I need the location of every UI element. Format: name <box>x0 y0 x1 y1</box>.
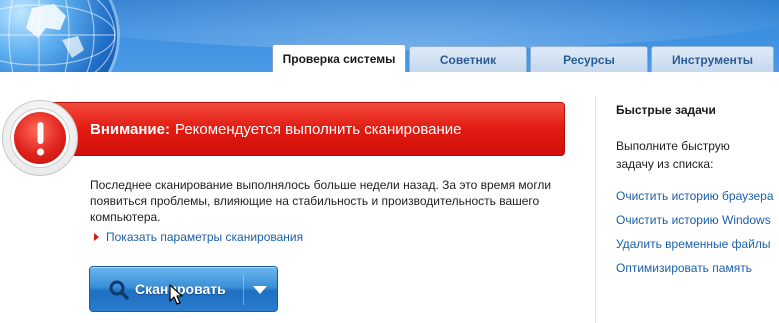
quick-task-clear-browser-history[interactable]: Очистить историю браузера <box>616 188 774 212</box>
quick-task-optimize-memory[interactable]: Оптимизировать память <box>616 260 774 284</box>
quick-tasks-title: Быстрые задачи <box>616 103 716 117</box>
scan-button-separator <box>243 275 244 305</box>
quick-task-delete-temp-files[interactable]: Удалить временные файлы <box>616 236 774 260</box>
alert-banner: Внимание: Рекомендуется выполнить сканир… <box>40 102 565 156</box>
sidebar-divider <box>595 96 596 323</box>
quick-tasks-description: Выполните быструю задачу из списка: <box>616 139 730 171</box>
show-scan-params-link[interactable]: Показать параметры сканирования <box>94 230 303 244</box>
tab-tools[interactable]: Инструменты <box>651 46 774 72</box>
chevron-down-icon[interactable] <box>253 286 267 294</box>
show-scan-params-label: Показать параметры сканирования <box>106 230 304 244</box>
search-icon <box>109 280 129 300</box>
mouse-cursor-icon <box>169 284 183 305</box>
alert-strong-text: Внимание: <box>90 120 170 138</box>
tab-resources[interactable]: Ресурсы <box>530 46 648 72</box>
alert-message: Рекомендуется выполнить сканирование <box>174 120 462 138</box>
app-header: Проверка системы Советник Ресурсы Инстру… <box>0 0 779 72</box>
scan-description: Последнее сканирование выполнялось больш… <box>90 178 552 224</box>
alert-badge <box>2 100 78 176</box>
globe-logo-icon <box>0 0 117 72</box>
quick-tasks-list: Очистить историю браузера Очистить истор… <box>616 188 774 284</box>
exclamation-icon <box>36 122 45 156</box>
quick-task-clear-windows-history[interactable]: Очистить историю Windows <box>616 212 774 236</box>
main-content: Внимание: Рекомендуется выполнить сканир… <box>0 72 779 323</box>
tab-advisor[interactable]: Советник <box>409 46 527 72</box>
triangle-right-icon <box>94 233 99 241</box>
tab-system-check[interactable]: Проверка системы <box>272 44 406 72</box>
